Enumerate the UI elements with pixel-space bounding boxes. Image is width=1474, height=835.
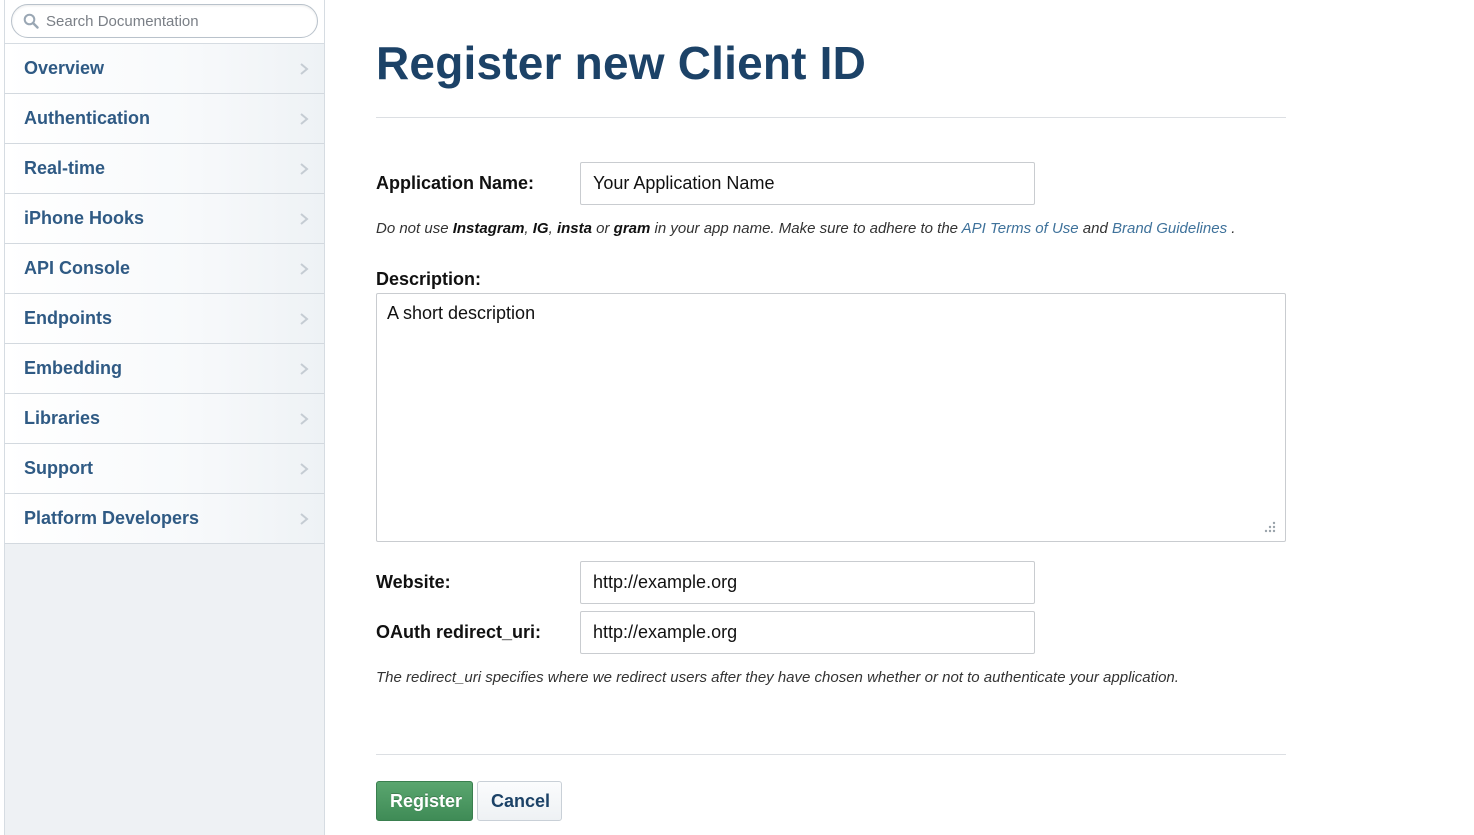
sidebar-item-support[interactable]: Support: [5, 444, 324, 494]
sidebar-item-label: Real-time: [24, 158, 106, 178]
sidebar-item-platform-developers[interactable]: Platform Developers: [5, 494, 324, 544]
sidebar-item-label: Platform Developers: [24, 508, 200, 528]
sidebar-item-label: Endpoints: [24, 308, 112, 328]
sidebar-item-real-time[interactable]: Real-time: [5, 144, 324, 194]
chevron-right-icon: [300, 463, 309, 475]
sidebar-item-label: Libraries: [24, 408, 101, 428]
sidebar-item-libraries[interactable]: Libraries: [5, 394, 324, 444]
sidebar-item-authentication[interactable]: Authentication: [5, 94, 324, 144]
description-label: Description:: [376, 269, 482, 289]
sidebar-item-iphone-hooks[interactable]: iPhone Hooks: [5, 194, 324, 244]
chevron-right-icon: [300, 63, 309, 75]
redirect-uri-hint: The redirect_uri specifies where we redi…: [376, 669, 1179, 686]
sidebar-item-endpoints[interactable]: Endpoints: [5, 294, 324, 344]
sidebar-item-api-console[interactable]: API Console: [5, 244, 324, 294]
hint-text: or: [591, 220, 614, 237]
sidebar-item-label: Overview: [24, 58, 105, 78]
app-name-hint: Do not use Instagram, IG, insta or gram …: [376, 220, 1235, 237]
hint-text: .: [1227, 220, 1236, 237]
hint-text: ,: [548, 220, 557, 237]
hint-text: ,: [524, 220, 533, 237]
chevron-right-icon: [300, 363, 309, 375]
search-icon: [23, 13, 39, 29]
hint-text: Do not use: [376, 220, 453, 237]
website-label: Website:: [376, 572, 451, 592]
sidebar-item-overview[interactable]: Overview: [5, 44, 324, 94]
hint-bold-insta: insta: [556, 220, 592, 237]
sidebar-item-label: Embedding: [24, 358, 122, 378]
chevron-right-icon: [300, 513, 309, 525]
app-name-label: Application Name:: [376, 173, 535, 193]
search-box[interactable]: [11, 4, 318, 38]
sidebar: Overview Authentication Real-time iPhone…: [4, 0, 325, 835]
page-title: Register new Client ID: [376, 37, 867, 89]
hint-bold-gram: gram: [613, 220, 651, 237]
chevron-right-icon: [300, 263, 309, 275]
sidebar-nav: Overview Authentication Real-time iPhone…: [5, 44, 324, 544]
search-bar: [5, 0, 324, 44]
chevron-right-icon: [300, 313, 309, 325]
chevron-right-icon: [300, 163, 309, 175]
chevron-right-icon: [300, 113, 309, 125]
sidebar-item-label: API Console: [24, 258, 131, 278]
chevron-right-icon: [300, 413, 309, 425]
api-terms-link[interactable]: API Terms of Use: [962, 220, 1079, 237]
hint-text: and: [1078, 220, 1112, 237]
app-name-field[interactable]: [580, 162, 1035, 205]
search-input[interactable]: [46, 5, 306, 37]
register-button[interactable]: Register: [376, 781, 473, 821]
sidebar-item-label: Authentication: [24, 108, 150, 128]
page: Overview Authentication Real-time iPhone…: [0, 0, 1474, 835]
website-field[interactable]: [580, 561, 1035, 604]
chevron-right-icon: [300, 213, 309, 225]
description-wrapper: A short description: [376, 293, 1286, 542]
form-actions-divider: [376, 754, 1286, 755]
cancel-button[interactable]: Cancel: [477, 781, 562, 821]
sidebar-item-embedding[interactable]: Embedding: [5, 344, 324, 394]
description-field[interactable]: A short description: [376, 293, 1286, 542]
hint-bold-ig: IG: [532, 220, 549, 237]
brand-guidelines-link[interactable]: Brand Guidelines: [1112, 220, 1227, 237]
resize-handle-icon[interactable]: [1262, 519, 1276, 533]
title-divider: [376, 117, 1286, 118]
hint-text: in your app name. Make sure to adhere to…: [650, 220, 962, 237]
redirect-uri-field[interactable]: [580, 611, 1035, 654]
redirect-uri-label: OAuth redirect_uri:: [376, 622, 542, 642]
sidebar-item-label: Support: [24, 458, 93, 478]
hint-bold-instagram: Instagram: [452, 220, 525, 237]
sidebar-item-label: iPhone Hooks: [24, 208, 145, 228]
